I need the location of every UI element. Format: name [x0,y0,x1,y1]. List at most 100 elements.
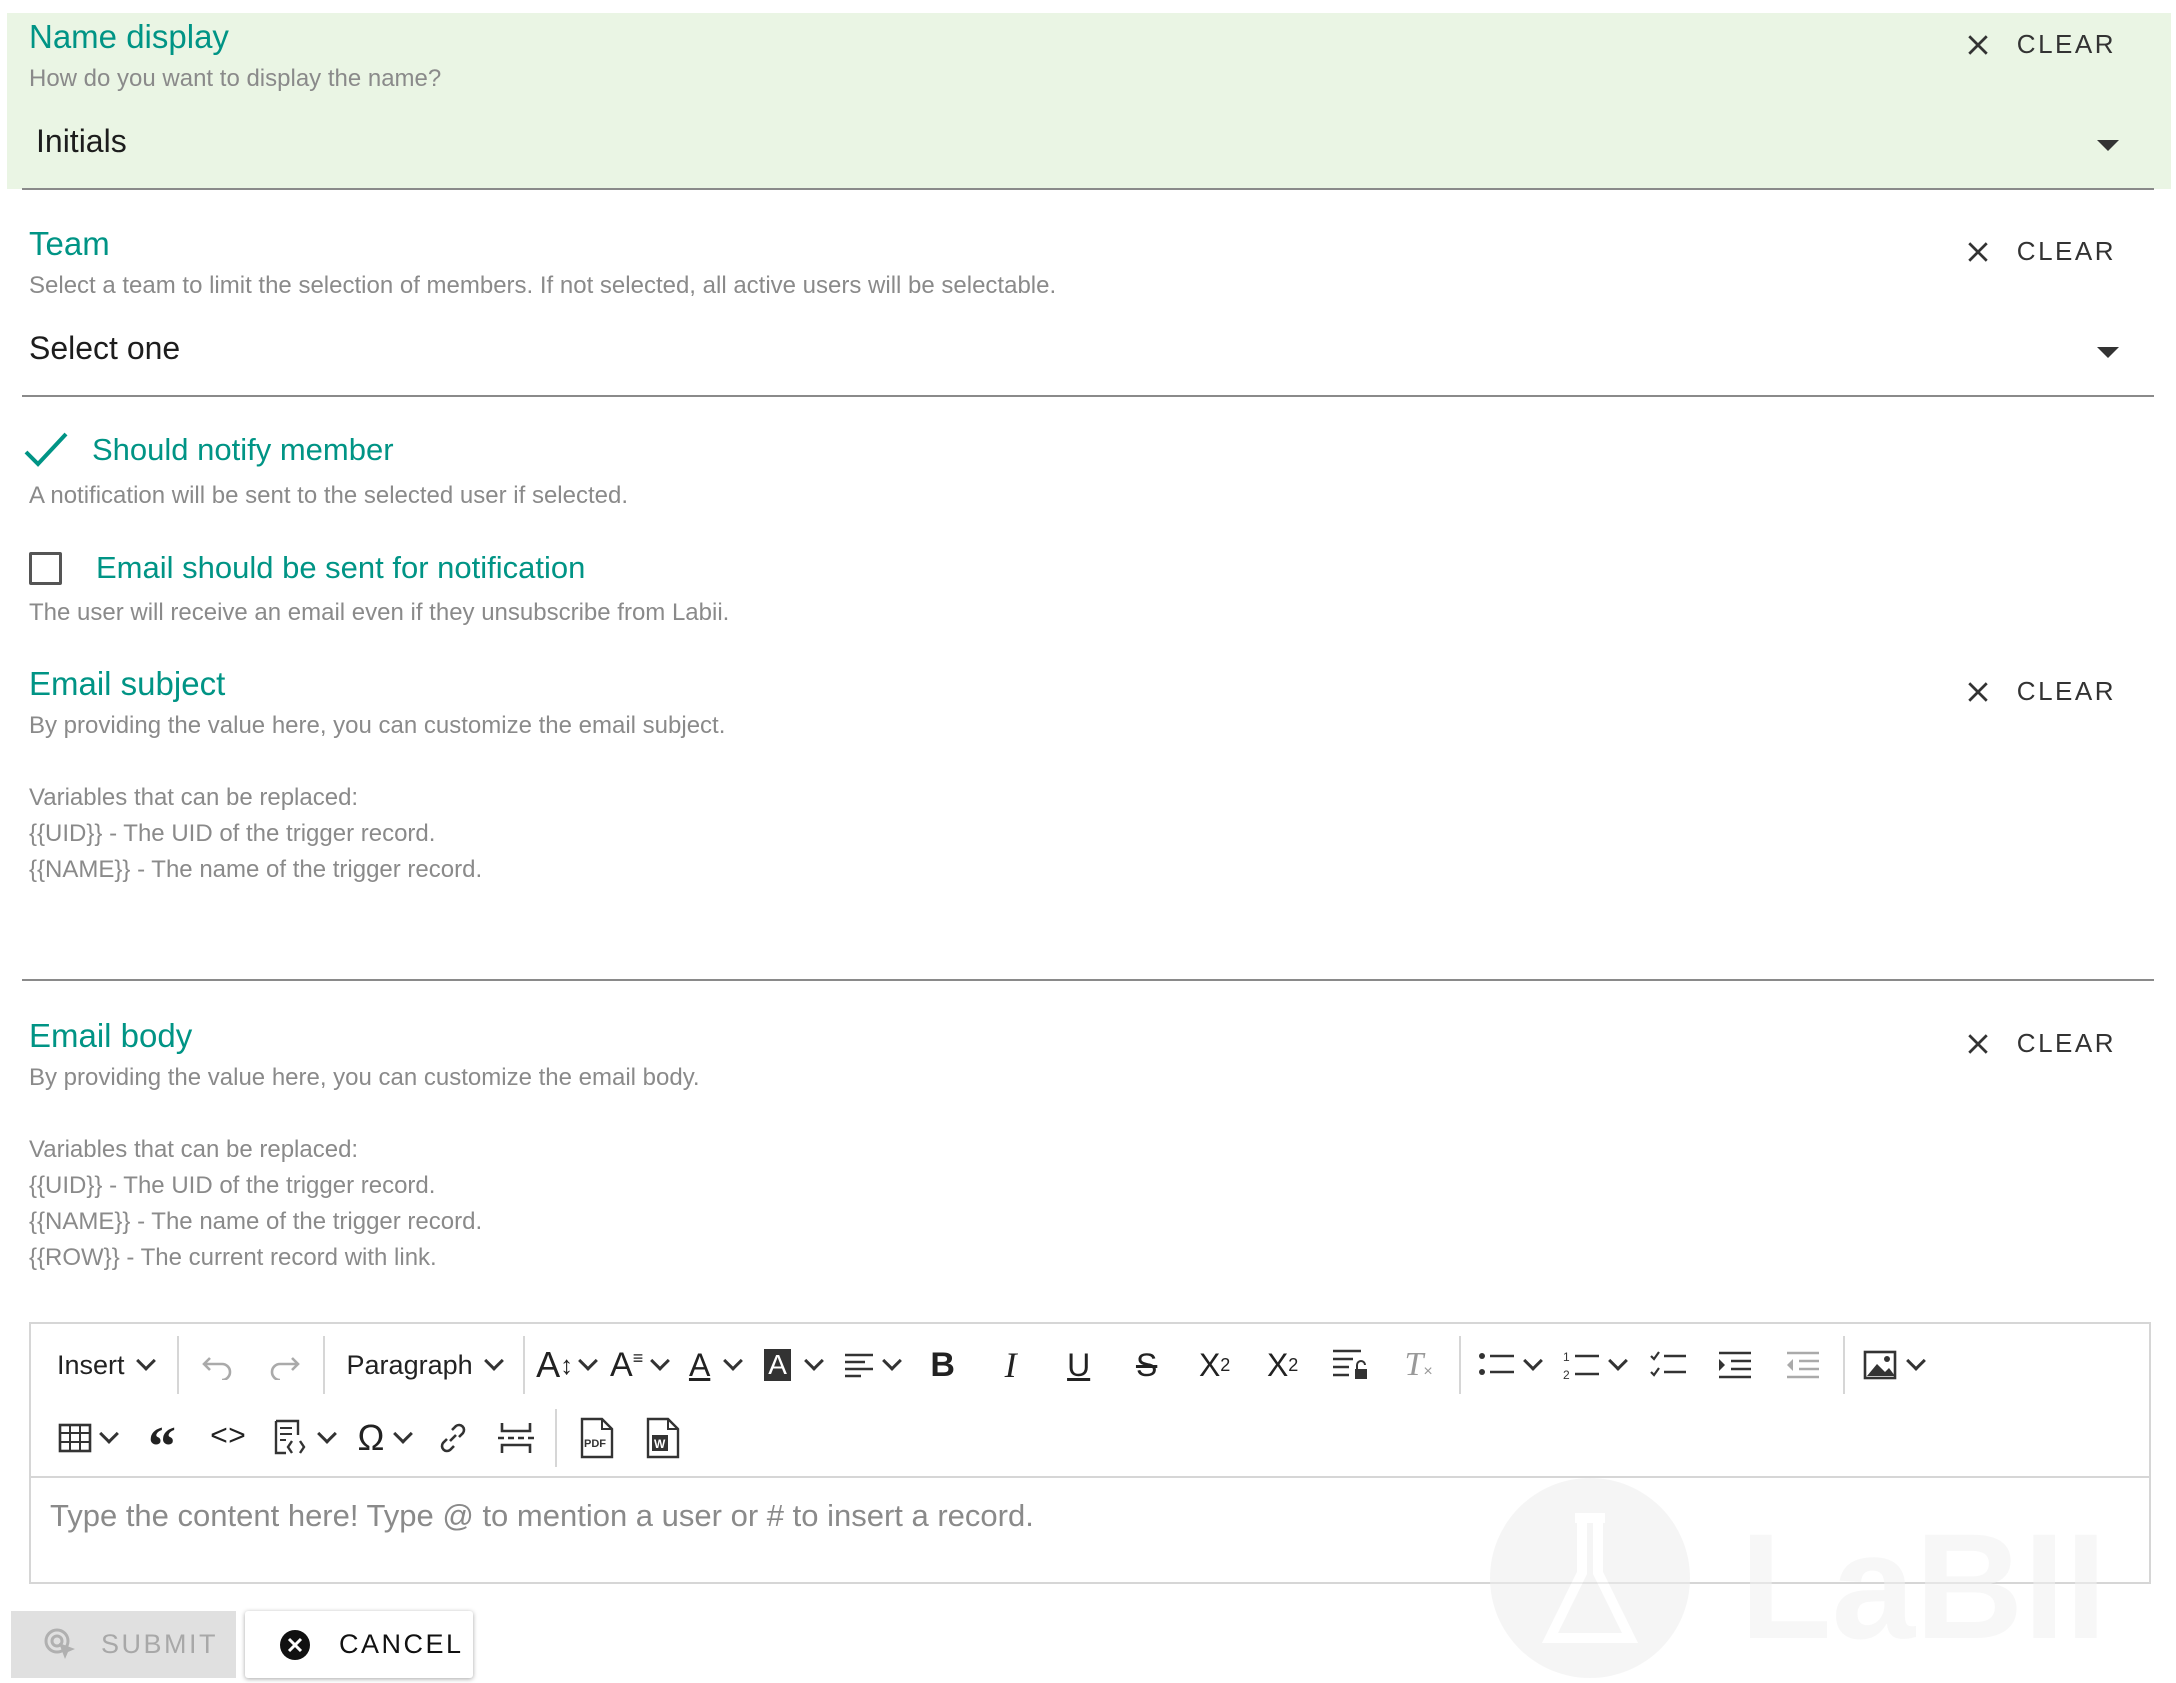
variable-line: {{UID}} - The UID of the trigger record. [29,820,436,847]
chevron-down-icon [1905,1351,1926,1371]
special-characters-icon[interactable]: Ω [345,1408,423,1468]
field-title: Team [29,225,110,262]
svg-text:W: W [654,1437,666,1451]
toolbar-row-2: “ <> Ω PDF W [45,1402,695,1478]
outdent-icon[interactable] [1769,1335,1837,1395]
redo-icon[interactable] [251,1335,317,1395]
chevron-down-icon [135,1351,156,1371]
insert-label: Insert [57,1349,125,1380]
clear-label: CLEAR [2016,236,2116,266]
checkbox[interactable] [29,551,62,585]
field-description: By providing the value here, you can cus… [29,712,726,739]
close-icon [1968,1033,1988,1054]
variable-line: {{UID}} - The UID of the trigger record. [29,1172,436,1199]
caret-down-icon[interactable] [2097,347,2119,358]
field-description: A notification will be sent to the selec… [29,482,629,509]
email-subject-input-underline[interactable] [22,979,2154,981]
clear-button[interactable]: CLEAR [1963,236,2116,267]
export-word-icon[interactable]: W [629,1408,695,1468]
italic-icon[interactable]: I [977,1335,1045,1395]
field-underline [22,395,2154,397]
image-icon[interactable] [1851,1335,1935,1395]
variables-heading: Variables that can be replaced: [29,1136,359,1163]
export-pdf-icon[interactable]: PDF [563,1408,629,1468]
numbered-list-icon[interactable]: 12 [1551,1335,1637,1395]
submit-button[interactable]: SUBMIT [11,1611,236,1678]
email-notification-checkbox-row[interactable]: Email should be sent for notification [29,550,585,586]
email-body-field: Email body By providing the value here, … [7,1012,2171,1312]
bold-icon[interactable]: B [909,1335,977,1395]
clear-button[interactable]: CLEAR [1963,29,2116,60]
field-title: Name display [29,18,229,55]
cancel-label: CANCEL [339,1629,464,1659]
field-description: By providing the value here, you can cus… [29,1064,700,1091]
notify-member-checkbox-row[interactable]: Should notify member [22,430,394,470]
toolbar-separator [1842,1336,1845,1394]
field-underline [22,188,2154,190]
align-icon[interactable] [833,1335,909,1395]
svg-text:1: 1 [1563,1350,1570,1364]
team-field: Team Select a team to limit the selectio… [7,220,2171,396]
labii-watermark-logo: LaBII [1490,1478,2170,1683]
checkbox-label: Email should be sent for notification [96,550,586,585]
cancel-button[interactable]: CANCEL [245,1611,473,1678]
chevron-down-icon [723,1351,744,1371]
submit-label: SUBMIT [101,1629,219,1659]
highlight-color-icon[interactable]: A [753,1335,833,1395]
chevron-down-icon [881,1351,902,1371]
select-value[interactable]: Select one [29,330,180,367]
line-height-icon[interactable]: A ≡ [601,1335,677,1395]
subscript-icon[interactable]: X2 [1181,1335,1249,1395]
paragraph-dropdown[interactable]: Paragraph [331,1335,517,1395]
clear-button[interactable]: CLEAR [1963,676,2116,707]
field-title: Email subject [29,665,226,702]
font-color-icon[interactable]: A [677,1335,753,1395]
source-editing-icon[interactable] [261,1408,345,1468]
clear-label: CLEAR [2016,676,2116,706]
toolbar-separator [1458,1336,1461,1394]
toolbar-row-1: Insert Paragraph A↕ A≡ A A B I U S X2 [45,1329,1935,1401]
blockquote-icon[interactable]: “ [129,1408,195,1478]
underline-icon[interactable]: U [1045,1335,1113,1395]
chevron-down-icon [650,1351,671,1371]
field-title: Email body [29,1017,193,1054]
insert-dropdown[interactable]: Insert [45,1335,165,1395]
variable-line: {{NAME}} - The name of the trigger recor… [29,1208,483,1235]
chevron-down-icon [578,1351,599,1371]
editor-content-area[interactable]: Type the content here! Type @ to mention… [50,1498,1034,1534]
caret-down-icon[interactable] [2097,140,2119,151]
superscript-icon[interactable]: X2 [1249,1335,1317,1395]
remove-format-icon[interactable]: T × [1385,1335,1453,1395]
svg-text:PDF: PDF [584,1438,606,1450]
undo-icon[interactable] [185,1335,251,1395]
code-icon[interactable]: <> [195,1408,261,1468]
todo-list-icon[interactable] [1637,1335,1701,1395]
clear-label: CLEAR [2016,1028,2116,1058]
field-description: How do you want to display the name? [29,65,442,92]
close-icon [1968,241,1988,262]
touch-icon [44,1628,75,1659]
select-value[interactable]: Initials [36,123,127,160]
form-page: Name display How do you want to display … [0,0,2176,1680]
chevron-down-icon [317,1424,337,1444]
chevron-down-icon [483,1351,504,1371]
chevron-down-icon [1607,1351,1628,1371]
strikethrough-icon[interactable]: S [1113,1335,1181,1395]
variable-line: {{NAME}} - The name of the trigger recor… [29,856,483,883]
page-break-icon[interactable] [483,1408,549,1468]
clear-button[interactable]: CLEAR [1963,1028,2116,1059]
variable-line: {{ROW}} - The current record with link. [29,1244,437,1271]
bulleted-list-icon[interactable] [1467,1335,1551,1395]
clear-label: CLEAR [2016,29,2116,59]
watermark-text: LaBII [1740,1502,2107,1670]
table-icon[interactable] [45,1408,129,1468]
editor-toolbar: Insert Paragraph A↕ A≡ A A B I U S X2 [31,1324,2149,1478]
link-icon[interactable] [423,1408,483,1468]
restricted-editing-icon[interactable] [1317,1335,1385,1395]
font-size-icon[interactable]: A ↕ [531,1335,601,1395]
check-icon[interactable] [22,430,70,470]
cancel-circle-icon [280,1629,310,1660]
variables-heading: Variables that can be replaced: [29,784,359,811]
indent-icon[interactable] [1701,1335,1769,1395]
toolbar-separator [522,1336,525,1394]
